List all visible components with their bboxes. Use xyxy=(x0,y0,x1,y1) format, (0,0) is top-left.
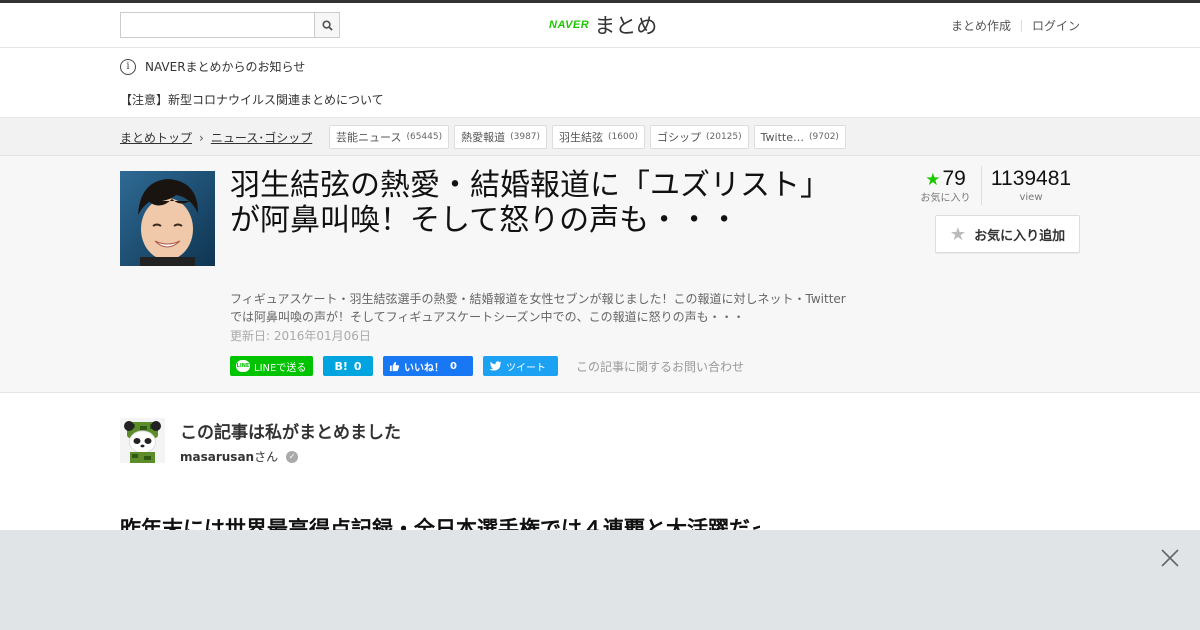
tag-label: ゴシップ xyxy=(656,131,701,144)
chevron-right-icon: › xyxy=(199,130,204,145)
tweet-label: ツイート xyxy=(506,362,546,374)
tag-count: (3987) xyxy=(510,132,541,142)
author-heading: この記事は私がまとめました xyxy=(180,423,401,443)
facebook-like-count: 0 xyxy=(450,360,457,372)
views-label: view xyxy=(1019,192,1043,203)
search-form xyxy=(120,12,340,38)
breadcrumb-matome-top[interactable]: まとめトップ xyxy=(120,129,192,146)
search-button[interactable] xyxy=(314,12,340,38)
search-icon xyxy=(322,19,333,31)
create-matome-link[interactable]: まとめ作成 xyxy=(951,17,1011,34)
article-description: フィギュアスケート・羽生結弦選手の熱愛・結婚報道を女性セブンが報じました！この報… xyxy=(230,292,846,324)
twitter-bird-icon xyxy=(489,360,502,371)
logo-brand: NAVER xyxy=(549,19,590,31)
breadcrumb-bar: まとめトップ › ニュース･ゴシップ 芸能ニュース (65445) 熱愛報道 (39… xyxy=(0,118,1200,156)
tag-item[interactable]: ゴシップ (20125) xyxy=(649,125,749,149)
tag-count: (1600) xyxy=(608,132,638,142)
hatena-icon: B! xyxy=(334,359,348,373)
article-header: 羽生結弦の熱愛・結婚報道に「ユズリスト」が阿鼻叫喚！そして怒りの声も・・・ フィ… xyxy=(0,156,1200,393)
article-title: 羽生結弦の熱愛・結婚報道に「ユズリスト」が阿鼻叫喚！そして怒りの声も・・・ xyxy=(230,168,830,238)
tag-list: 芸能ニュース (65445) 熱愛報道 (3987) 羽生結弦 (1600) ゴシップ… xyxy=(329,125,846,149)
star-icon: ★ xyxy=(925,170,941,189)
breadcrumb-news-gossip[interactable]: ニュース･ゴシップ xyxy=(211,129,312,146)
add-favorite-label: お気に入り追加 xyxy=(974,228,1066,244)
bottom-ad-overlay xyxy=(0,530,1200,630)
author-name[interactable]: masarusan xyxy=(180,450,254,464)
notice-heading: NAVERまとめからのお知らせ xyxy=(145,60,306,74)
line-share-button[interactable]: LINE LINEで送る xyxy=(230,356,313,376)
article-thumbnail[interactable] xyxy=(120,171,215,266)
favorites-stat: ★79 お気に入り xyxy=(910,166,982,205)
close-overlay-button[interactable] xyxy=(1160,548,1180,568)
hatena-bookmark-button[interactable]: B! 0 xyxy=(323,356,373,376)
tag-count: (9702) xyxy=(809,132,839,142)
top-header: NAVER まとめ まとめ作成 ログイン xyxy=(0,0,1200,48)
info-icon: i xyxy=(120,58,136,75)
article-updated-date: 更新日: 2016年01月06日 xyxy=(230,329,371,343)
notice-item-link[interactable]: 【注意】新型コロナウイルス関連まとめについて xyxy=(120,91,384,108)
author-name-row: masarusan さん ✓ xyxy=(180,448,299,465)
header-links: まとめ作成 ログイン xyxy=(951,17,1080,34)
tag-count: (20125) xyxy=(705,132,742,142)
breadcrumb: まとめトップ › ニュース･ゴシップ xyxy=(120,129,312,146)
facebook-like-button[interactable]: いいね！ 0 xyxy=(383,356,473,376)
tag-item[interactable]: 熱愛報道 (3987) xyxy=(454,125,548,149)
facebook-like-label: いいね！ xyxy=(404,362,444,374)
notice-heading-row: i NAVERまとめからのお知らせ xyxy=(120,58,305,75)
tag-item[interactable]: 羽生結弦 (1600) xyxy=(552,125,645,149)
hatena-count: 0 xyxy=(353,359,362,373)
line-icon: LINE xyxy=(236,360,250,372)
favorites-count: 79 xyxy=(942,167,966,190)
logo-text: まとめ xyxy=(594,14,658,38)
add-favorite-button[interactable]: ★ お気に入り追加 xyxy=(935,215,1080,253)
author-suffix: さん xyxy=(254,450,279,464)
thumbs-up-icon xyxy=(389,361,400,371)
close-icon xyxy=(1161,549,1179,567)
author-avatar[interactable] xyxy=(120,418,165,463)
tag-label: 羽生結弦 xyxy=(559,131,604,144)
search-input[interactable] xyxy=(120,12,315,38)
article-inquiry-link[interactable]: この記事に関するお問い合わせ xyxy=(576,358,744,375)
tag-label: 芸能ニュース xyxy=(336,131,402,144)
tag-count: (65445) xyxy=(406,132,443,142)
author-section: この記事は私がまとめました masarusan さん ✓ xyxy=(0,393,1200,493)
star-icon: ★ xyxy=(949,223,967,245)
article-stats: ★79 お気に入り 1139481 view xyxy=(910,166,1080,205)
favorites-label: お気に入り xyxy=(920,193,971,204)
verified-check-icon: ✓ xyxy=(286,450,299,463)
tag-label: Twitte… xyxy=(760,130,804,144)
tag-item[interactable]: 芸能ニュース (65445) xyxy=(329,125,450,149)
header-divider xyxy=(1020,19,1022,32)
notice-area: i NAVERまとめからのお知らせ 【注意】新型コロナウイルス関連まとめについて xyxy=(0,48,1200,118)
tweet-button[interactable]: ツイート xyxy=(483,356,558,376)
share-buttons: LINE LINEで送る B! 0 いいね！ 0 ツイート この記事に関するお問… xyxy=(230,356,744,376)
views-count: 1139481 xyxy=(990,167,1072,190)
login-link[interactable]: ログイン xyxy=(1032,17,1080,34)
views-stat: 1139481 view xyxy=(982,166,1080,205)
naver-matome-logo[interactable]: NAVER まとめ xyxy=(549,10,657,40)
tag-label: 熱愛報道 xyxy=(461,131,506,144)
tag-item[interactable]: Twitte… (9702) xyxy=(753,125,846,149)
line-share-label: LINEで送る xyxy=(254,362,307,374)
